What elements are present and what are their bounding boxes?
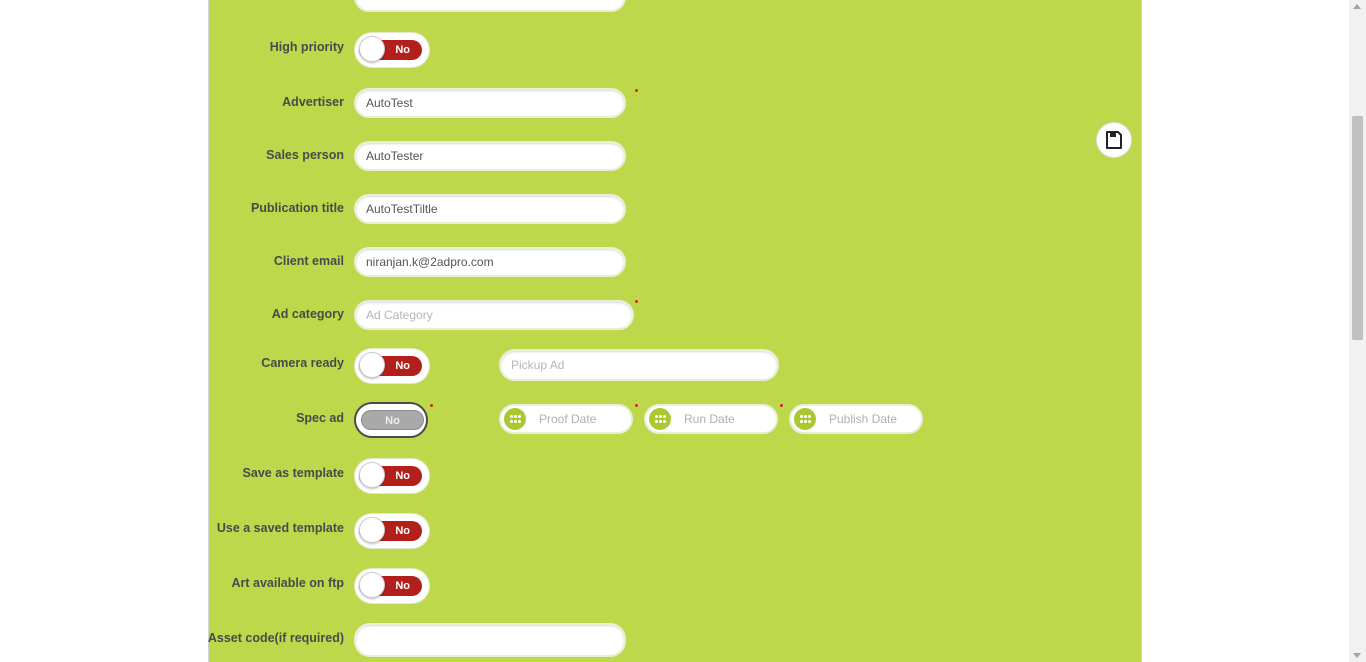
run-date-placeholder: Run Date (684, 412, 735, 426)
toggle-knob (359, 462, 385, 488)
required-marker (780, 404, 783, 407)
toggle-text: No (395, 525, 410, 537)
publish-date-placeholder: Publish Date (829, 412, 898, 426)
publication-title-label: Publication title (250, 201, 344, 215)
client-email-label: Client email (273, 254, 344, 268)
run-date-input[interactable]: Run Date (644, 404, 778, 434)
form-panel (208, 0, 1142, 662)
asset-code-label: Asset code(if required) (207, 631, 344, 645)
save-button[interactable] (1096, 122, 1132, 158)
save-as-template-toggle[interactable]: No (354, 458, 430, 494)
advertiser-label: Advertiser (282, 95, 344, 109)
required-marker (635, 404, 638, 407)
toggle-knob (359, 517, 385, 543)
top-field[interactable] (354, 0, 626, 12)
high-priority-label: High priority (269, 40, 344, 54)
toggle-knob (359, 352, 385, 378)
calendar-icon[interactable] (504, 408, 526, 430)
spec-ad-label: Spec ad (296, 411, 344, 425)
toggle-text: No (385, 415, 400, 427)
scroll-thumb[interactable] (1352, 116, 1363, 340)
toggle-knob (359, 36, 385, 62)
scroll-up-icon[interactable] (1353, 4, 1361, 9)
publication-title-input[interactable]: AutoTestTiltle (354, 194, 626, 224)
proof-date-placeholder: Proof Date (539, 412, 597, 426)
toggle-text: No (395, 470, 410, 482)
advertiser-input[interactable]: AutoTest (354, 88, 626, 118)
use-saved-template-label: Use a saved template (216, 521, 344, 535)
ad-category-label: Ad category (271, 307, 344, 321)
sales-person-label: Sales person (266, 148, 344, 162)
art-on-ftp-toggle[interactable]: No (354, 568, 430, 604)
required-marker (430, 404, 433, 407)
high-priority-toggle[interactable]: No (354, 32, 430, 68)
pickup-ad-input[interactable]: Pickup Ad (499, 349, 779, 381)
client-email-input[interactable]: niranjan.k@2adpro.com (354, 247, 626, 277)
toggle-text: No (395, 580, 410, 592)
proof-date-input[interactable]: Proof Date (499, 404, 633, 434)
scroll-down-icon[interactable] (1353, 653, 1361, 658)
toggle-text: No (395, 360, 410, 372)
asset-code-input[interactable] (354, 623, 626, 657)
publish-date-input[interactable]: Publish Date (789, 404, 923, 434)
ad-category-input[interactable]: Ad Category (354, 300, 634, 330)
required-marker (635, 89, 638, 92)
toggle-knob (359, 572, 385, 598)
save-as-template-label: Save as template (242, 466, 344, 480)
camera-ready-label: Camera ready (261, 356, 344, 370)
calendar-icon[interactable] (649, 408, 671, 430)
art-on-ftp-label: Art available on ftp (231, 576, 344, 590)
use-saved-template-toggle[interactable]: No (354, 513, 430, 549)
calendar-icon[interactable] (794, 408, 816, 430)
required-marker (635, 300, 638, 303)
vertical-scrollbar[interactable] (1349, 0, 1366, 662)
camera-ready-toggle[interactable]: No (354, 348, 430, 384)
sales-person-input[interactable]: AutoTester (354, 141, 626, 171)
spec-ad-toggle[interactable]: No (354, 402, 428, 438)
save-icon (1106, 131, 1122, 149)
toggle-text: No (395, 44, 410, 56)
